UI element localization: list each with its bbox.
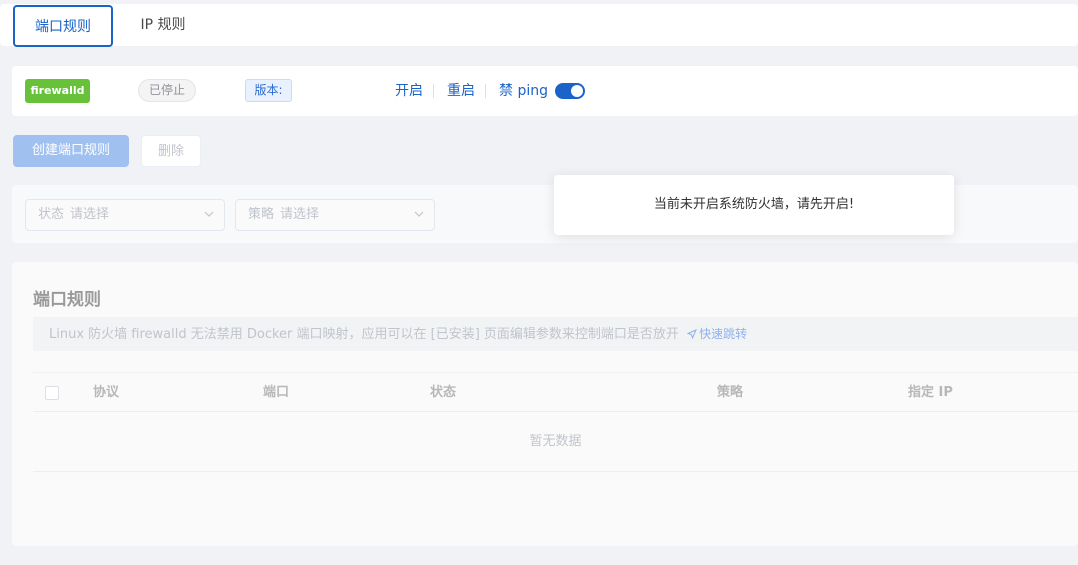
column-target-ip: 指定 IP	[908, 385, 953, 400]
divider	[433, 84, 434, 98]
ban-ping-label: 禁 ping	[499, 83, 548, 99]
column-status: 状态	[430, 385, 457, 400]
info-text: Linux 防火墙 firewalld 无法禁用 Docker 端口映射，应用可…	[49, 327, 679, 342]
chevron-down-icon	[204, 211, 214, 217]
info-alert: Linux 防火墙 firewalld 无法禁用 Docker 端口映射，应用可…	[33, 317, 1078, 351]
firewall-status-bar: firewalld 已停止 版本: 开启 重启 禁 ping	[12, 66, 1078, 116]
policy-select[interactable]: 策略 请选择	[235, 199, 435, 231]
divider	[485, 84, 486, 98]
tab-ip-rules[interactable]: IP 规则	[121, 5, 205, 47]
status-select-label: 状态	[38, 207, 65, 222]
send-icon	[686, 329, 698, 340]
toggle-knob	[571, 85, 583, 97]
select-all-checkbox[interactable]	[45, 386, 59, 400]
status-select[interactable]: 状态 请选择	[25, 199, 225, 231]
restart-link[interactable]: 重启	[447, 81, 475, 101]
create-port-rule-button[interactable]: 创建端口规则	[13, 135, 129, 167]
panel-title: 端口规则	[33, 290, 101, 310]
status-select-placeholder: 请选择	[70, 207, 110, 222]
tab-bar: 端口规则 IP 规则	[0, 4, 1078, 47]
column-policy: 策略	[717, 385, 744, 400]
port-rules-panel: 端口规则 Linux 防火墙 firewalld 无法禁用 Docker 端口映…	[12, 262, 1078, 546]
table-empty-state: 暂无数据	[33, 412, 1078, 472]
ban-ping-toggle[interactable]	[555, 83, 585, 99]
table-header: 协议 端口 状态 策略 指定 IP	[33, 372, 1078, 412]
column-protocol: 协议	[93, 385, 120, 400]
status-badge: 已停止	[138, 79, 196, 102]
chevron-down-icon	[414, 211, 424, 217]
delete-button[interactable]: 删除	[141, 135, 201, 167]
quick-jump-label: 快速跳转	[699, 327, 748, 341]
service-name-badge: firewalld	[25, 79, 90, 103]
column-port: 端口	[263, 385, 290, 400]
start-link[interactable]: 开启	[395, 81, 423, 101]
quick-jump-link[interactable]: 快速跳转	[686, 327, 748, 341]
version-badge: 版本:	[245, 79, 292, 102]
firewall-off-notice: 当前未开启系统防火墙，请先开启!	[554, 175, 954, 235]
tab-port-rules[interactable]: 端口规则	[13, 5, 113, 47]
policy-select-label: 策略	[248, 207, 275, 222]
policy-select-placeholder: 请选择	[280, 207, 320, 222]
